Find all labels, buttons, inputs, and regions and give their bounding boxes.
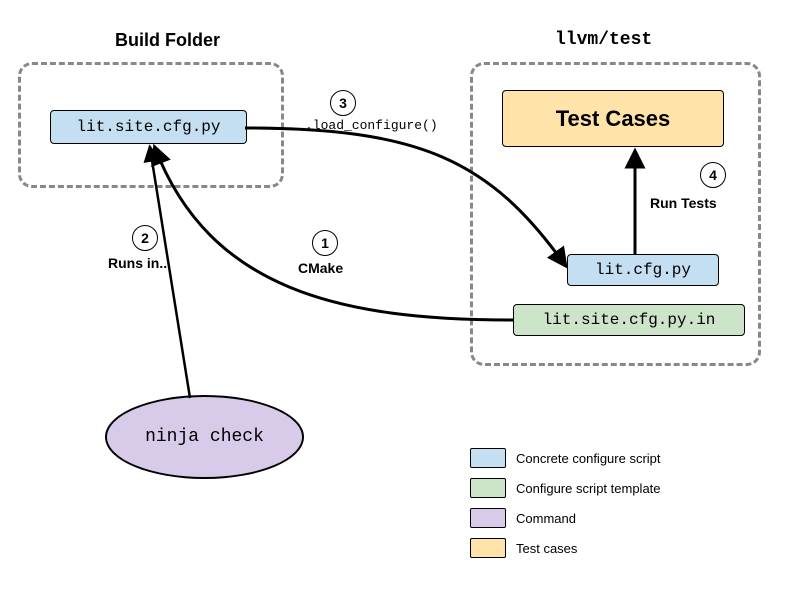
step-4-label: Run Tests — [650, 195, 717, 211]
legend-tests: Test cases — [470, 538, 661, 558]
step-1-circle: 1 — [312, 230, 338, 256]
step-4-circle: 4 — [700, 162, 726, 188]
step-2-label: Runs in... — [108, 255, 171, 271]
lit-site-cfg-in-box: lit.site.cfg.py.in — [513, 304, 745, 336]
step-3-circle: 3 — [330, 90, 356, 116]
step-3-label: .load_configure() — [305, 118, 438, 133]
build-folder-title: Build Folder — [115, 30, 220, 51]
llvm-test-title: llvm/test — [555, 30, 652, 50]
step-1-label: CMake — [298, 260, 343, 276]
step-2-circle: 2 — [132, 225, 158, 251]
legend-label-template: Configure script template — [516, 481, 661, 496]
legend-swatch-cream — [470, 538, 506, 558]
legend-swatch-blue — [470, 448, 506, 468]
legend-label-tests: Test cases — [516, 541, 577, 556]
legend: Concrete configure script Configure scri… — [470, 448, 661, 568]
legend-label-concrete: Concrete configure script — [516, 451, 661, 466]
diagram-canvas: Build Folder llvm/test lit.site.cfg.py T… — [0, 0, 800, 600]
legend-label-command: Command — [516, 511, 576, 526]
legend-concrete: Concrete configure script — [470, 448, 661, 468]
legend-swatch-green — [470, 478, 506, 498]
ninja-check-command: ninja check — [105, 395, 304, 479]
legend-template: Configure script template — [470, 478, 661, 498]
test-cases-box: Test Cases — [502, 90, 724, 147]
legend-swatch-purple — [470, 508, 506, 528]
lit-cfg-box: lit.cfg.py — [567, 254, 719, 286]
legend-command: Command — [470, 508, 661, 528]
lit-site-cfg-box: lit.site.cfg.py — [50, 110, 247, 144]
